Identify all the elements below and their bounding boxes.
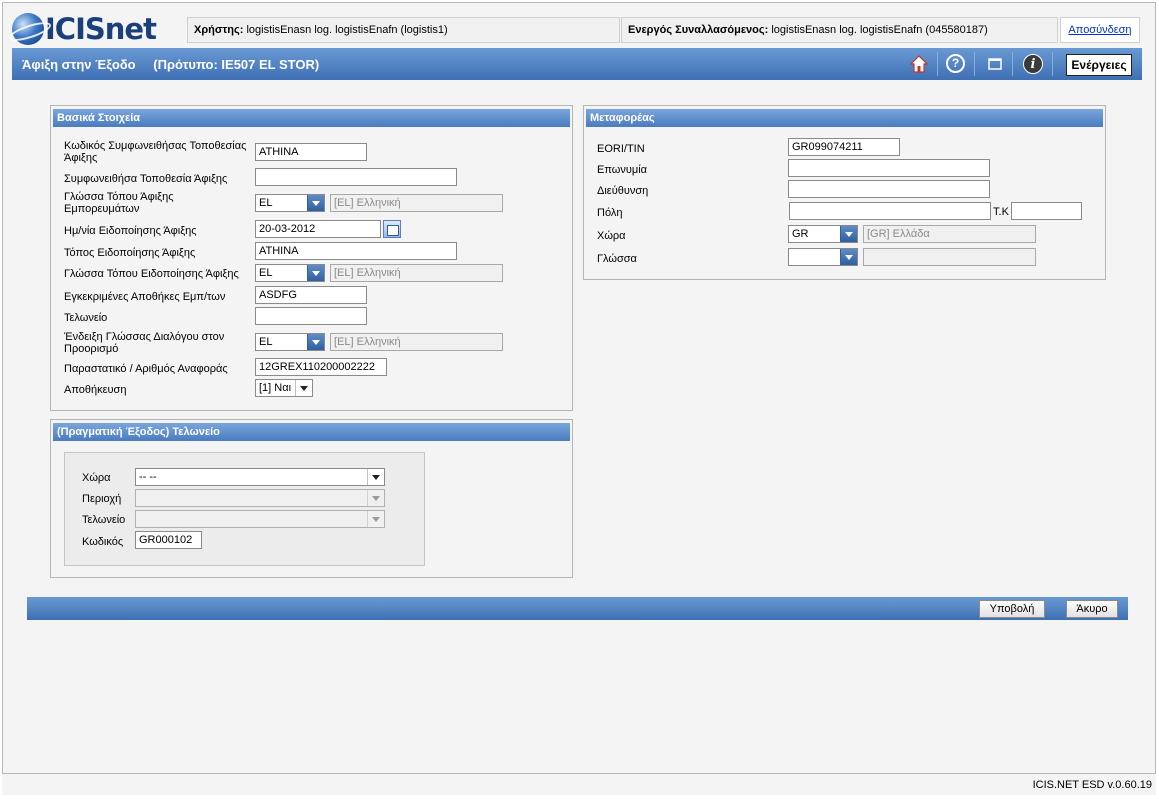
carrier-postcode-label: Τ.Κ bbox=[993, 206, 1009, 218]
agreed-location-input[interactable] bbox=[255, 168, 457, 186]
dialog-lang-code: EL bbox=[259, 336, 273, 348]
user-value: logistisEnasn log. logistisEnafn (logist… bbox=[246, 24, 448, 36]
reference-input[interactable]: 12GREX110200002222 bbox=[255, 358, 387, 376]
notif-lang-label: Γλώσσα Τόπου Ειδοποίησης Άφιξης bbox=[64, 268, 239, 280]
toolbar-divider bbox=[937, 52, 938, 76]
eori-label: EORI/TIN bbox=[597, 143, 645, 155]
warehouses-input[interactable]: ASDFG bbox=[255, 286, 367, 304]
carrier-country-desc: [GR] Ελλάδα bbox=[863, 225, 1036, 243]
notif-lang-code: EL bbox=[259, 267, 273, 279]
page-title: Άφιξη στην Έξοδο bbox=[22, 57, 136, 72]
actions-button[interactable]: Ενέργειες bbox=[1066, 54, 1132, 76]
calendar-icon[interactable] bbox=[383, 220, 401, 238]
carrier-country-select[interactable]: GR bbox=[788, 225, 858, 243]
warehouses-label: Εγκεκριμένες Αποθήκες Εμπ/των bbox=[64, 291, 226, 303]
chevron-down-icon bbox=[307, 265, 324, 281]
carrier-postcode-input[interactable] bbox=[1011, 202, 1082, 220]
exit-country-select[interactable]: -- -- bbox=[135, 468, 385, 486]
logout-link[interactable]: Αποσύνδεση bbox=[1060, 17, 1140, 43]
submit-button[interactable]: Υποβολή bbox=[979, 600, 1045, 618]
goods-lang-desc: [EL] Ελληνική bbox=[330, 194, 503, 212]
dialog-lang-label: Ένδειξη Γλώσσας Διαλόγου στον Προορισμό bbox=[64, 331, 225, 355]
goods-lang-label: Γλώσσα Τόπου Άφιξης Εμπορευμάτων bbox=[64, 191, 174, 215]
customs-input[interactable] bbox=[255, 307, 367, 325]
agreed-location-label: Συμφωνειθήσα Τοποθεσία Άφιξης bbox=[64, 173, 228, 185]
dialog-lang-desc: [EL] Ελληνική bbox=[330, 333, 503, 351]
window-icon[interactable] bbox=[985, 54, 1005, 74]
user-label: Χρήστης: bbox=[194, 24, 244, 36]
notif-lang-desc: [EL] Ελληνική bbox=[330, 264, 503, 282]
panel-title: Βασικά Στοιχεία bbox=[53, 109, 570, 127]
goods-lang-select[interactable]: EL bbox=[255, 194, 325, 212]
chevron-down-icon bbox=[840, 226, 857, 242]
customs-label: Τελωνείο bbox=[64, 312, 108, 324]
page-template: (Πρότυπο: IE507 EL STOR) bbox=[153, 57, 320, 72]
toolbar-divider bbox=[1012, 52, 1013, 76]
agreed-code-input[interactable]: ATHINA bbox=[255, 143, 367, 161]
exit-customs-label: Τελωνείο bbox=[82, 514, 126, 526]
dialog-lang-select[interactable]: EL bbox=[255, 333, 325, 351]
active-trader-label: Ενεργός Συναλλασόμενος: bbox=[628, 24, 769, 36]
chevron-down-icon bbox=[367, 511, 384, 527]
goods-lang-code: EL bbox=[259, 197, 273, 209]
chevron-down-icon bbox=[367, 469, 384, 485]
storage-select[interactable]: [1] Ναι bbox=[255, 379, 313, 397]
chevron-down-icon bbox=[307, 334, 324, 350]
cancel-button[interactable]: Άκυρο bbox=[1066, 600, 1118, 618]
chevron-down-icon bbox=[307, 195, 324, 211]
exit-country-value: -- -- bbox=[139, 471, 157, 483]
logo-text: ICISnet bbox=[45, 12, 157, 46]
exit-code-label: Κωδικός bbox=[82, 536, 124, 548]
carrier-country-code: GR bbox=[792, 228, 809, 240]
eori-input[interactable]: GR099074211 bbox=[788, 138, 900, 156]
exit-region-label: Περιοχή bbox=[82, 493, 122, 505]
carrier-city-label: Πόλη bbox=[597, 207, 623, 219]
notif-date-input[interactable]: 20-03-2012 bbox=[255, 220, 381, 238]
chevron-down-icon bbox=[840, 249, 857, 265]
status-footer: ICIS.NET ESD v.0.60.19 bbox=[2, 773, 1156, 795]
help-icon[interactable]: ? bbox=[946, 54, 965, 73]
carrier-name-label: Επωνυμία bbox=[597, 164, 648, 176]
agreed-code-label: Κωδικός Συμφωνειθήσας Τοποθεσίας Άφιξης bbox=[64, 140, 247, 164]
bottom-action-bar bbox=[27, 597, 1128, 620]
exit-region-select[interactable] bbox=[135, 489, 385, 507]
toolbar-divider bbox=[974, 52, 975, 76]
carrier-language-label: Γλώσσα bbox=[597, 253, 637, 265]
notif-lang-select[interactable]: EL bbox=[255, 264, 325, 282]
carrier-city-input[interactable] bbox=[789, 202, 991, 220]
notif-place-label: Τόπος Ειδοποίησης Άφιξης bbox=[64, 247, 196, 259]
exit-code-input[interactable]: GR000102 bbox=[135, 531, 202, 549]
reference-label: Παραστατικό / Αριθμός Αναφοράς bbox=[64, 363, 228, 375]
carrier-language-desc bbox=[863, 248, 1036, 266]
active-trader-info: Ενεργός Συναλλασόμενος: logistisEnasn lo… bbox=[621, 17, 1058, 43]
carrier-language-select[interactable] bbox=[788, 248, 858, 266]
toolbar-divider bbox=[1052, 52, 1053, 76]
carrier-address-label: Διεύθυνση bbox=[597, 185, 649, 197]
active-trader-value: logistisEnasn log. logistisEnafn (045580… bbox=[771, 24, 988, 36]
panel-title: Μεταφορέας bbox=[586, 109, 1103, 127]
carrier-address-input[interactable] bbox=[788, 180, 990, 198]
carrier-name-input[interactable] bbox=[788, 159, 990, 177]
carrier-country-label: Χώρα bbox=[597, 230, 626, 242]
panel-title: (Πραγματική Έξοδος) Τελωνείο bbox=[53, 423, 570, 441]
chevron-down-icon bbox=[295, 380, 312, 396]
page-titlebar: Άφιξη στην Έξοδο (Πρότυπο: IE507 EL STOR… bbox=[12, 48, 1142, 80]
home-icon[interactable] bbox=[909, 54, 929, 74]
storage-label: Αποθήκευση bbox=[64, 384, 127, 396]
notif-place-input[interactable]: ATHINA bbox=[255, 242, 457, 260]
notif-date-label: Ημ/νία Ειδοποίησης Άφιξης bbox=[64, 225, 197, 237]
chevron-down-icon bbox=[367, 490, 384, 506]
info-icon[interactable]: i bbox=[1023, 54, 1043, 74]
globe-icon bbox=[12, 13, 44, 45]
storage-value: [1] Ναι bbox=[259, 382, 292, 394]
icisnet-logo: ICISnet bbox=[12, 12, 157, 46]
exit-customs-select[interactable] bbox=[135, 510, 385, 528]
version-text: ICIS.NET ESD v.0.60.19 bbox=[1032, 779, 1152, 791]
exit-country-label: Χώρα bbox=[82, 472, 111, 484]
user-info: Χρήστης: logistisEnasn log. logistisEnaf… bbox=[187, 17, 620, 43]
